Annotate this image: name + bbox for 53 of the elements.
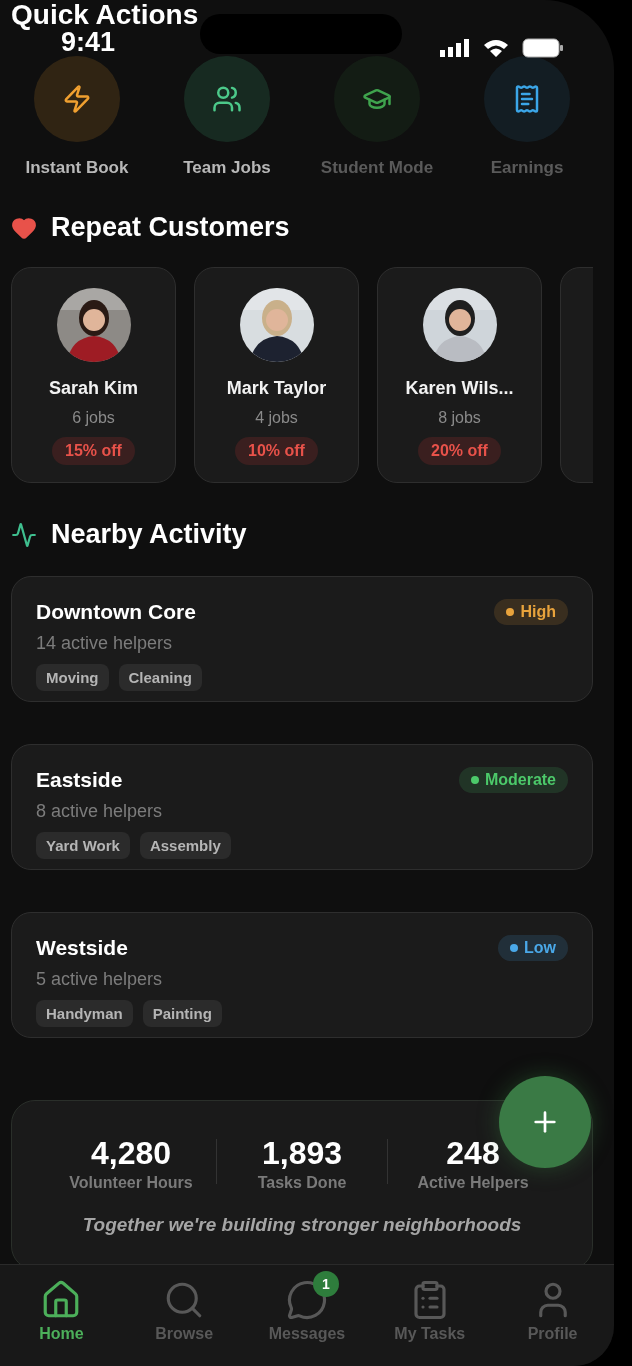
- area-card[interactable]: Eastside Moderate 8 active helpers Yard Work Assembly: [11, 744, 593, 870]
- customer-card[interactable]: Mark Taylor 4 jobs 10% off: [194, 267, 359, 483]
- wifi-icon: [482, 38, 510, 58]
- area-name: Downtown Core: [36, 600, 196, 624]
- job-count: 4 jobs: [255, 409, 298, 427]
- chat-bubble-icon: [286, 1279, 328, 1321]
- category-tag: Handyman: [36, 1000, 133, 1027]
- battery-icon: [522, 38, 564, 58]
- customer-name: Sarah Kim: [48, 378, 138, 399]
- customer-card[interactable]: Karen Wils... 8 jobs 20% off: [377, 267, 542, 483]
- helper-count: 8 active helpers: [36, 801, 164, 822]
- stat-value: 4,280: [90, 1135, 172, 1172]
- tab-bar-item[interactable]: 1 Messages: [245, 1265, 369, 1366]
- customer-name: Karen Wils...: [405, 378, 514, 399]
- customer-name: Mark Taylor: [226, 378, 327, 399]
- stat-label: Volunteer Hours: [69, 1174, 193, 1192]
- category-tag: Painting: [142, 1000, 222, 1027]
- activity-level-badge: Moderate: [458, 767, 568, 793]
- category-tag: Cleaning: [118, 664, 202, 691]
- helper-count: 14 active helpers: [36, 633, 174, 654]
- area-name: Eastside: [36, 768, 123, 792]
- stat-label: Active Helpers: [417, 1174, 529, 1192]
- signal-icon: [440, 39, 470, 57]
- activity-level-badge: High: [494, 599, 568, 625]
- section-title: Repeat Customers: [51, 212, 290, 243]
- activity-level-badge: Low: [498, 935, 568, 961]
- tagline: Together we're building stronger neighborhoods: [82, 1214, 522, 1236]
- stat-value: 248: [446, 1135, 500, 1172]
- section-title: Nearby Activity: [51, 519, 247, 550]
- notification-badge: 1: [313, 1271, 339, 1297]
- discount-badge: 15% off: [52, 437, 135, 465]
- category-tag: Assembly: [139, 832, 231, 859]
- category-tag: Moving: [36, 664, 109, 691]
- helper-count: 5 active helpers: [36, 969, 164, 990]
- discount-badge: 10% off: [235, 437, 318, 465]
- customer-card[interactable]: Sarah Kim 6 jobs 15% off: [11, 267, 176, 483]
- area-name: Westside: [36, 936, 128, 960]
- activity-icon: [11, 521, 37, 548]
- tab-bar-item[interactable]: Home: [0, 1265, 123, 1366]
- category-tag: Yard Work: [36, 832, 130, 859]
- area-card[interactable]: Westside Low 5 active helpers Handyman Painting: [11, 912, 593, 1038]
- section-title: Quick Actions: [11, 0, 199, 30]
- stat-value: 1,893: [261, 1135, 343, 1172]
- job-count: 6 jobs: [72, 409, 115, 427]
- quick-action-label: Instant Book: [25, 158, 129, 178]
- stat-label: Tasks Done: [257, 1174, 347, 1192]
- quick-action-label: Student Mode: [320, 158, 434, 178]
- quick-action-label: Earnings: [490, 158, 564, 178]
- job-count: 8 jobs: [438, 409, 481, 427]
- discount-badge: 20% off: [418, 437, 501, 465]
- status-time: 9:41: [61, 27, 116, 58]
- area-card[interactable]: Downtown Core High 14 active helpers Moving Cleaning: [11, 576, 593, 702]
- quick-action-label: Team Jobs: [183, 158, 271, 178]
